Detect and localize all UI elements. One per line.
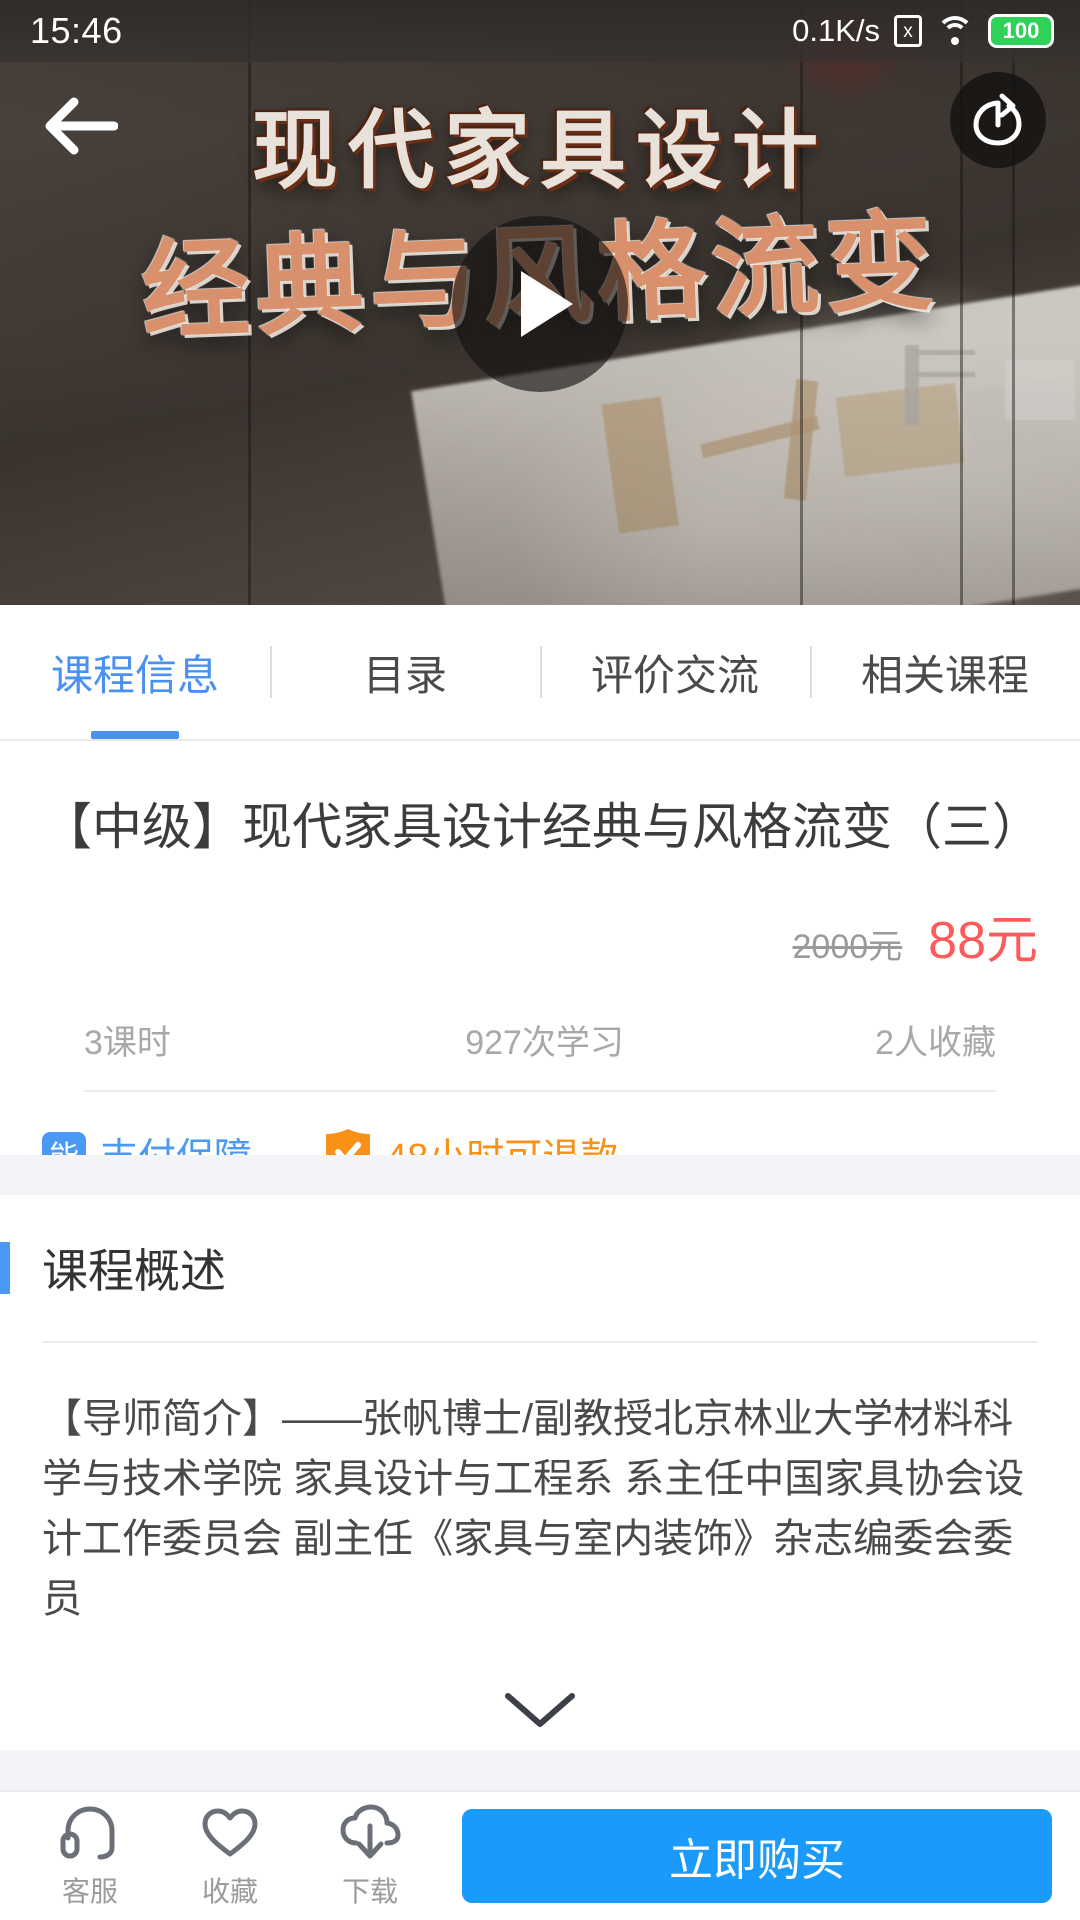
customer-service-button[interactable]: 客服: [20, 1802, 160, 1910]
overview-accent-bar: [0, 1242, 10, 1294]
overview-body-text: 【导师简介】——张帆博士/副教授北京林业大学材料科学与技术学院 家具设计与工程系…: [42, 1397, 1025, 1621]
status-indicators: 0.1K/s x 100: [792, 13, 1054, 49]
stat-views: 927次学习: [465, 1024, 624, 1062]
headset-icon: [60, 1806, 115, 1860]
course-info-section: 【中级】现代家具设计经典与风格流变（三） 2000元 88元 3课时 927次学…: [0, 741, 1080, 1221]
back-arrow-icon: [45, 97, 118, 155]
bottom-spacer: [0, 1750, 1080, 1790]
tab-bar: 课程信息 目录 评价交流 相关课程: [0, 605, 1080, 741]
download-label: 下载: [341, 1876, 398, 1907]
network-speed-text: 0.1K/s: [792, 13, 880, 48]
overview-header: 课程概述: [0, 1195, 1080, 1301]
back-button[interactable]: [34, 80, 126, 172]
course-title: 【中级】现代家具设计经典与风格流变（三）: [42, 799, 1042, 855]
status-bar: 15:46 0.1K/s x 100: [0, 0, 1080, 62]
sim-card-disabled-icon: x: [894, 15, 922, 47]
tab-catalog[interactable]: 目录: [270, 605, 540, 739]
play-icon[interactable]: [452, 216, 628, 392]
current-price: 88元: [928, 912, 1038, 970]
original-price: 2000元: [792, 928, 903, 966]
stat-lessons: 3课时: [84, 1024, 171, 1062]
chevron-down-icon: [505, 1693, 575, 1727]
stat-favorites: 2人收藏: [875, 1024, 996, 1062]
course-detail-screen: 现代家具设计 经典与风格流变 15:46 0.1K/s x 10: [0, 0, 1080, 1920]
share-button[interactable]: [950, 72, 1046, 168]
course-stats: 3课时 927次学习 2人收藏: [84, 973, 996, 1092]
wifi-icon: [936, 16, 974, 46]
cloud-download-icon: [340, 1804, 401, 1859]
tab-course-info[interactable]: 课程信息: [0, 605, 270, 739]
buy-now-button[interactable]: 立即购买: [462, 1809, 1052, 1903]
sim-x-glyph: x: [903, 20, 913, 42]
play-triangle: [521, 271, 573, 337]
course-stats-wrapper: 3课时 927次学习 2人收藏: [0, 973, 1080, 1092]
course-overview-section: 课程概述 【导师简介】——张帆博士/副教授北京林业大学材料科学与技术学院 家具设…: [0, 1195, 1080, 1787]
favorite-label: 收藏: [201, 1876, 258, 1907]
tab-related-courses[interactable]: 相关课程: [810, 605, 1080, 739]
overview-title: 课程概述: [42, 1245, 226, 1297]
course-video-banner[interactable]: 现代家具设计 经典与风格流变: [0, 0, 1080, 605]
share-icon: [973, 93, 1022, 146]
section-spacer: [0, 1155, 1080, 1195]
tab-reviews[interactable]: 评价交流: [540, 605, 810, 739]
favorite-button[interactable]: 收藏: [160, 1802, 300, 1910]
battery-icon: 100: [988, 14, 1054, 48]
price-row: 2000元 88元: [0, 860, 1080, 973]
status-time: 15:46: [30, 10, 123, 51]
bottom-action-bar: 客服 收藏 下载 立即购买: [0, 1790, 1080, 1920]
customer-service-label: 客服: [61, 1876, 118, 1907]
download-button[interactable]: 下载: [300, 1802, 440, 1910]
heart-icon: [202, 1808, 258, 1857]
